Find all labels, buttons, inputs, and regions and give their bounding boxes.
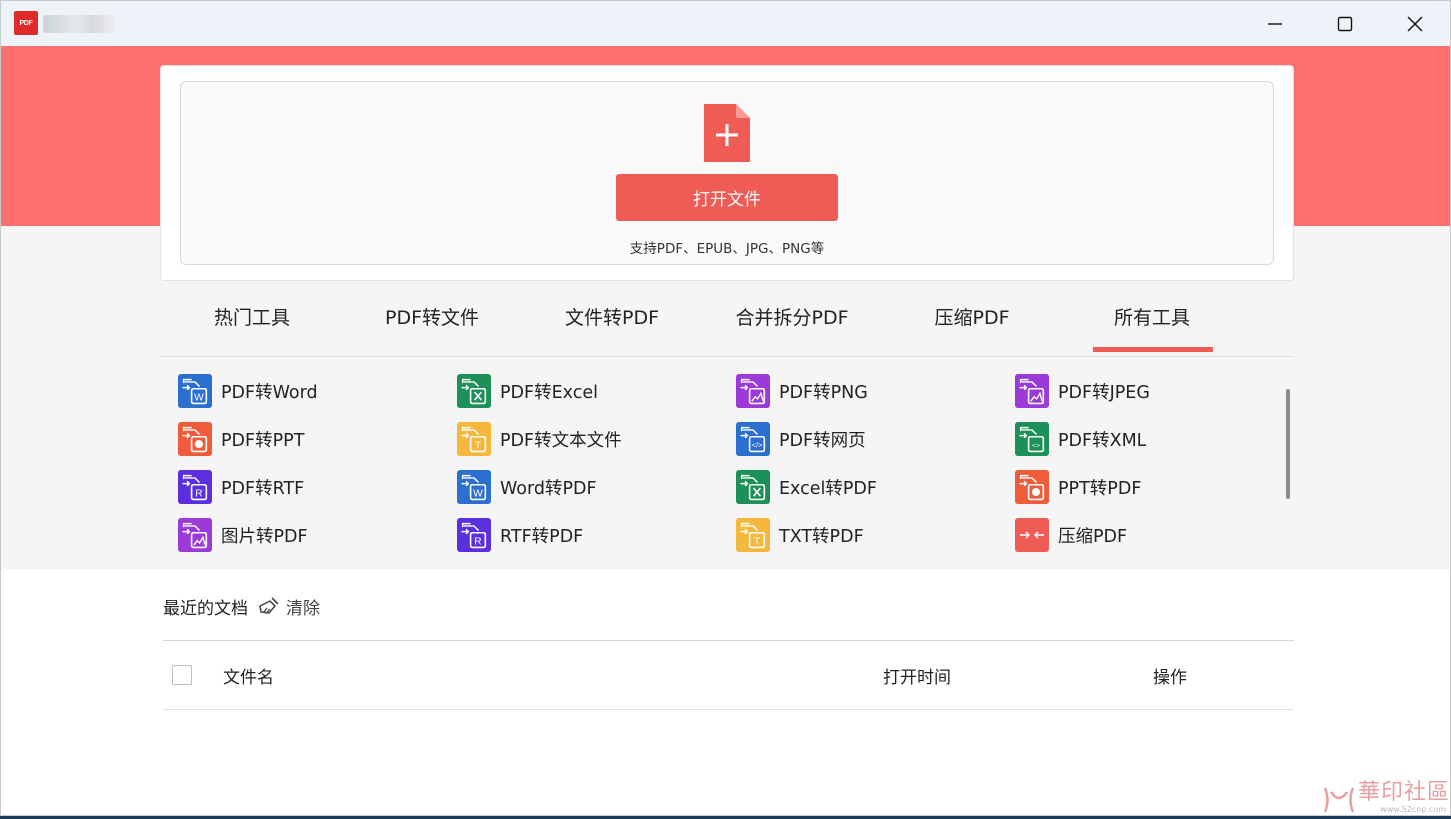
svg-text:W: W: [194, 393, 204, 404]
tab-pdf-to-file[interactable]: PDF转文件: [342, 291, 522, 355]
file-plus-icon: [704, 104, 750, 162]
tab-hot-tools[interactable]: 热门工具: [162, 291, 342, 355]
tool-label: 压缩PDF: [1058, 526, 1128, 547]
upload-card: 打开文件 支持PDF、EPUB、JPG、PNG等: [160, 65, 1294, 281]
tool-category-tabs: 热门工具 PDF转文件 文件转PDF 合并拆分PDF 压缩PDF 所有工具: [160, 291, 1294, 357]
tool-item[interactable]: </> PDF转网页: [736, 419, 996, 459]
tool-label: PDF转RTF: [221, 478, 305, 499]
column-actions: 操作: [1153, 668, 1187, 688]
recent-documents-title: 最近的文档: [163, 598, 248, 619]
svg-text:W: W: [473, 489, 483, 500]
tool-item[interactable]: W PDF转Word: [178, 371, 438, 411]
recent-documents-header: 最近的文档 清除: [163, 591, 320, 621]
minimize-icon: [1268, 22, 1282, 25]
app-window: PDF 打开文件 支持PDF、EPUB、JPG、PNG等 热门工具 PDF转文件: [0, 0, 1451, 816]
app-logo-icon: PDF: [14, 11, 38, 35]
minimize-button[interactable]: [1240, 1, 1310, 46]
tool-label: PDF转文本文件: [500, 430, 622, 451]
svg-text:R: R: [195, 489, 202, 500]
tool-label: PPT转PDF: [1058, 478, 1142, 499]
supported-formats-text: 支持PDF、EPUB、JPG、PNG等: [629, 241, 825, 257]
tool-label: PDF转Excel: [500, 382, 598, 403]
tool-item[interactable]: PDF转PNG: [736, 371, 996, 411]
documents-table-header: 文件名 打开时间 操作: [163, 640, 1294, 710]
tool-item[interactable]: R RTF转PDF: [457, 515, 717, 555]
png-convert-icon: [736, 374, 770, 408]
tab-all-tools[interactable]: 所有工具: [1062, 291, 1242, 355]
tool-label: PDF转JPEG: [1058, 382, 1150, 403]
html-convert-icon: </>: [736, 422, 770, 456]
tool-item[interactable]: R PDF转RTF: [178, 467, 438, 507]
clear-label: 清除: [286, 598, 320, 619]
tool-label: PDF转PNG: [779, 382, 868, 403]
tool-label: Excel转PDF: [779, 478, 877, 499]
excel-convert-icon: [457, 374, 491, 408]
tool-item[interactable]: PPT转PDF: [1015, 467, 1275, 507]
tool-item[interactable]: PDF转JPEG: [1015, 371, 1275, 411]
column-file-name: 文件名: [223, 668, 274, 688]
svg-text:<>: <>: [1032, 443, 1040, 450]
tool-item[interactable]: W Word转PDF: [457, 467, 717, 507]
tools-grid: W PDF转Word PDF转Excel PDF转PNG PDF转JPEG PDF转PPT…: [160, 357, 1280, 569]
rtf-convert-icon: R: [178, 470, 212, 504]
active-tab-indicator: [1093, 347, 1213, 352]
tool-label: PDF转网页: [779, 430, 866, 451]
tool-item[interactable]: T PDF转文本文件: [457, 419, 717, 459]
title-bar: PDF: [1, 1, 1450, 46]
tab-merge-split[interactable]: 合并拆分PDF: [702, 291, 882, 355]
tool-item[interactable]: Excel转PDF: [736, 467, 996, 507]
tool-item[interactable]: PDF转Excel: [457, 371, 717, 411]
svg-text:T: T: [754, 537, 760, 548]
open-file-button[interactable]: 打开文件: [616, 174, 838, 221]
select-all-checkbox[interactable]: [172, 665, 192, 685]
rtf-to-pdf-icon: R: [457, 518, 491, 552]
maximize-icon: [1337, 16, 1353, 31]
clear-button[interactable]: 清除: [258, 594, 320, 619]
tab-compress[interactable]: 压缩PDF: [882, 291, 1062, 355]
image-to-pdf-icon: [178, 518, 212, 552]
tool-label: RTF转PDF: [500, 526, 584, 547]
tool-label: PDF转Word: [221, 382, 318, 403]
tool-item[interactable]: T TXT转PDF: [736, 515, 996, 555]
tools-scrollbar[interactable]: [1286, 389, 1290, 499]
word-convert-icon: W: [178, 374, 212, 408]
compress-icon: [1015, 518, 1049, 552]
svg-text:T: T: [475, 441, 481, 452]
tool-label: TXT转PDF: [779, 526, 864, 547]
tool-label: 图片转PDF: [221, 526, 308, 547]
app-title: [43, 15, 115, 33]
ppt-to-pdf-icon: [1015, 470, 1049, 504]
close-icon: [1407, 16, 1423, 31]
xml-convert-icon: <>: [1015, 422, 1049, 456]
tool-item[interactable]: PDF转PPT: [178, 419, 438, 459]
drop-zone[interactable]: 打开文件 支持PDF、EPUB、JPG、PNG等: [180, 81, 1274, 265]
ppt-convert-icon: [178, 422, 212, 456]
word-to-pdf-icon: W: [457, 470, 491, 504]
tool-label: PDF转PPT: [221, 430, 305, 451]
jpeg-convert-icon: [1015, 374, 1049, 408]
tool-label: PDF转XML: [1058, 430, 1147, 451]
broom-icon: [259, 597, 279, 614]
svg-text:R: R: [474, 537, 481, 548]
tab-all-tools-label: 所有工具: [1113, 307, 1190, 329]
txt-to-pdf-icon: T: [736, 518, 770, 552]
tool-item[interactable]: <> PDF转XML: [1015, 419, 1275, 459]
maximize-button[interactable]: [1310, 1, 1380, 46]
svg-text:</>: </>: [752, 441, 763, 450]
tab-file-to-pdf[interactable]: 文件转PDF: [522, 291, 702, 355]
tool-label: Word转PDF: [500, 478, 597, 499]
txt-convert-icon: T: [457, 422, 491, 456]
column-open-time: 打开时间: [883, 668, 951, 688]
app-logo-text: PDF: [19, 19, 33, 27]
excel-to-pdf-icon: [736, 470, 770, 504]
tool-item[interactable]: 压缩PDF: [1015, 515, 1275, 555]
close-button[interactable]: [1380, 1, 1450, 46]
tool-item[interactable]: 图片转PDF: [178, 515, 438, 555]
